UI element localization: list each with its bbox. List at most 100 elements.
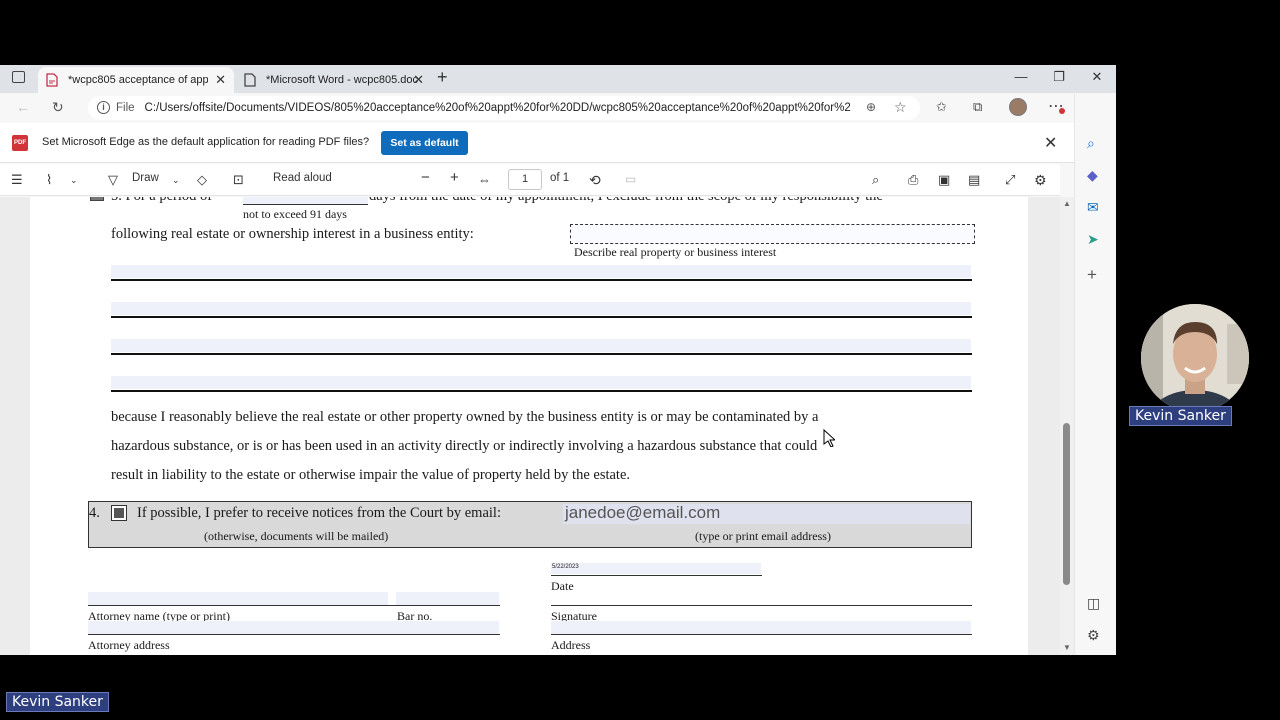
address-field[interactable] xyxy=(551,621,971,634)
property-rule-1 xyxy=(111,279,972,281)
tab-pdf[interactable]: *wcpc805 acceptance of appt for ✕ xyxy=(38,67,234,93)
gear-icon[interactable]: ⚙ xyxy=(1087,627,1100,644)
days-underline xyxy=(243,204,368,205)
notification-dot-icon xyxy=(1059,108,1065,114)
refresh-icon[interactable]: ↻ xyxy=(52,99,64,116)
item5-text-right: days from the date of my appointment, I … xyxy=(369,197,883,205)
days-field[interactable] xyxy=(243,197,368,204)
tab-strip: *wcpc805 acceptance of appt for ✕ *Micro… xyxy=(0,65,1116,93)
collections-icon[interactable]: ⧉ xyxy=(973,99,982,115)
address-bar[interactable]: i File C:/Users/offsite/Documents/VIDEOS… xyxy=(88,96,920,120)
back-icon[interactable]: ← xyxy=(16,99,30,115)
tab-word[interactable]: *Microsoft Word - wcpc805.doc ✕ xyxy=(236,67,432,93)
webcam-video xyxy=(1141,304,1249,412)
tab-label: *Microsoft Word - wcpc805.doc xyxy=(266,74,419,86)
item4-text: If possible, I prefer to receive notices… xyxy=(137,505,501,521)
mouse-cursor-icon xyxy=(823,429,835,447)
save-icon[interactable]: ▣ xyxy=(938,172,950,188)
checkbox-5[interactable] xyxy=(90,197,104,201)
document-icon xyxy=(244,73,256,87)
property-line-2[interactable] xyxy=(111,302,971,315)
page-view-icon[interactable]: ▭ xyxy=(625,172,636,186)
add-icon[interactable]: + xyxy=(1087,265,1097,285)
page-total: of 1 xyxy=(550,172,570,184)
save-as-icon[interactable]: ▤ xyxy=(968,172,980,188)
edge-sidebar: ⌕ ◆ ✉ ➤ + ◫ ⚙ xyxy=(1074,93,1116,655)
item5-text: 5. For a period of xyxy=(111,197,212,205)
email-checkbox[interactable] xyxy=(111,505,127,521)
scroll-down-icon[interactable]: ▼ xyxy=(1063,643,1071,652)
draw-button[interactable]: Draw xyxy=(132,172,159,184)
attorney-address-rule xyxy=(88,634,500,635)
property-rule-3 xyxy=(111,353,972,355)
following-line: following real estate or ownership inter… xyxy=(111,226,474,242)
fullscreen-icon[interactable]: ⤢ xyxy=(1005,172,1015,188)
address-row: ← ↻ i File C:/Users/offsite/Documents/VI… xyxy=(0,93,1116,123)
print-icon[interactable]: ⎙ xyxy=(908,172,918,188)
close-icon[interactable]: ✕ xyxy=(413,72,424,88)
contents-icon[interactable]: ☰ xyxy=(11,172,23,188)
chevron-down-icon[interactable]: ⌄ xyxy=(172,175,180,186)
set-as-default-button[interactable]: Set as default xyxy=(381,131,468,155)
property-line-3[interactable] xyxy=(111,339,971,352)
shopping-icon[interactable]: ◆ xyxy=(1087,167,1098,184)
address-rule xyxy=(551,634,972,635)
window-close-icon[interactable]: ✕ xyxy=(1087,69,1107,85)
chevron-down-icon[interactable]: ⌄ xyxy=(70,175,78,186)
favorites-icon[interactable]: ✩ xyxy=(936,99,947,115)
url-text[interactable]: C:/Users/offsite/Documents/VIDEOS/805%20… xyxy=(145,102,851,114)
webcam-name-tag: Kevin Sanker xyxy=(1129,406,1232,426)
attorney-address-label: Attorney address xyxy=(88,638,170,652)
not-to-exceed-label: not to exceed 91 days xyxy=(243,207,347,221)
zoom-out-icon[interactable]: − xyxy=(421,169,430,186)
minimize-icon[interactable]: — xyxy=(1011,69,1031,84)
read-aloud-button[interactable]: Read aloud xyxy=(273,172,332,184)
fit-width-icon[interactable]: ⇔ xyxy=(478,172,491,187)
property-rule-2 xyxy=(111,316,972,318)
close-icon[interactable]: ✕ xyxy=(215,72,226,88)
tab-actions-icon[interactable] xyxy=(12,71,25,83)
draw-icon[interactable]: ▽ xyxy=(108,172,118,188)
checkmark-icon xyxy=(114,508,124,518)
attorney-address-field[interactable] xyxy=(88,621,499,634)
scheme-label: File xyxy=(116,102,135,114)
pdf-viewport: 5. For a period of days from the date of… xyxy=(0,197,1060,655)
outlook-icon[interactable]: ✉ xyxy=(1087,199,1099,216)
search-icon[interactable]: ⌕ xyxy=(1087,135,1095,152)
page-number-input[interactable]: 1 xyxy=(508,169,542,190)
vertical-scrollbar[interactable]: ▲ ▼ xyxy=(1060,197,1074,655)
text-icon[interactable]: ⊡ xyxy=(233,172,244,188)
property-rule-4 xyxy=(111,390,972,392)
date-field[interactable] xyxy=(551,563,761,574)
zoom-icon[interactable]: ⊕ xyxy=(866,100,876,114)
bar-no-field[interactable] xyxy=(396,592,499,605)
property-line-4[interactable] xyxy=(111,376,971,389)
rotate-icon[interactable]: ⟲ xyxy=(589,172,601,189)
search-icon[interactable]: ⌕ xyxy=(872,172,879,188)
scroll-up-icon[interactable]: ▲ xyxy=(1063,199,1071,208)
favorite-add-icon[interactable]: ☆ xyxy=(894,99,907,116)
scroll-thumb[interactable] xyxy=(1063,423,1070,585)
drop-icon[interactable]: ➤ xyxy=(1087,231,1099,248)
highlight-icon[interactable]: ⌇ xyxy=(46,172,52,188)
date-rule xyxy=(551,575,762,576)
close-icon[interactable]: ✕ xyxy=(1044,133,1057,153)
eraser-icon[interactable]: ◇ xyxy=(197,172,207,188)
default-app-notification: PDF Set Microsoft Edge as the default ap… xyxy=(0,123,1074,163)
describe-property-field[interactable] xyxy=(570,224,975,244)
attorney-name-field[interactable] xyxy=(88,592,388,605)
restore-icon[interactable]: ❐ xyxy=(1049,69,1069,85)
gear-icon[interactable]: ⚙ xyxy=(1034,172,1047,189)
date-value[interactable]: 5/22/2023 xyxy=(552,564,579,570)
item4-box: 4. If possible, I prefer to receive noti… xyxy=(88,501,972,548)
new-tab-icon[interactable]: + xyxy=(437,67,448,88)
pdf-badge-icon: PDF xyxy=(12,135,28,151)
sidebar-toggle-icon[interactable]: ◫ xyxy=(1087,595,1100,612)
zoom-in-icon[interactable]: + xyxy=(450,169,459,186)
property-line-1[interactable] xyxy=(111,265,971,278)
info-icon[interactable]: i xyxy=(97,101,110,114)
item4-sub: (otherwise, documents will be mailed) xyxy=(204,529,389,543)
date-label: Date xyxy=(551,579,574,593)
avatar[interactable] xyxy=(1009,98,1027,116)
email-value[interactable]: janedoe@email.com xyxy=(565,503,720,523)
